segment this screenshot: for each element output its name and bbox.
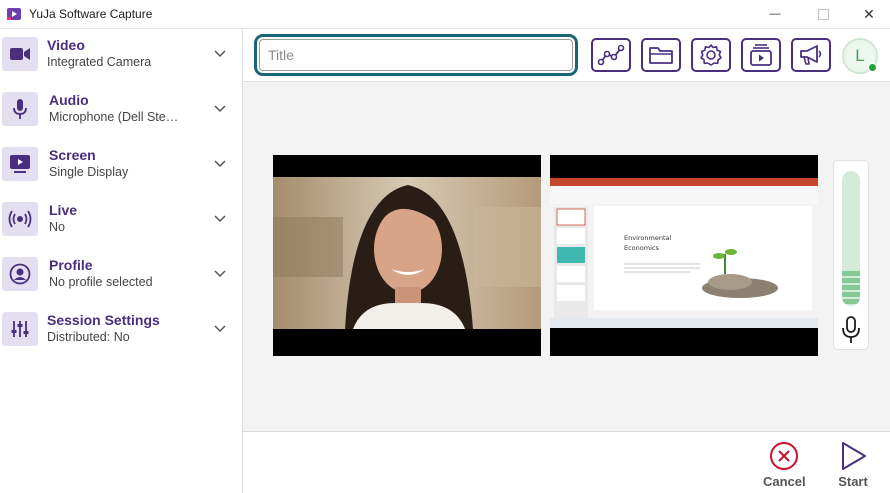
chevron-down-icon[interactable]	[212, 101, 228, 117]
settings-button[interactable]	[691, 38, 731, 72]
window-title: YuJa Software Capture	[29, 7, 153, 21]
microphone-icon	[842, 316, 860, 343]
screen-feed-image: Environmental Economics	[550, 178, 818, 328]
user-avatar[interactable]: L	[842, 38, 878, 74]
cancel-label: Cancel	[763, 474, 806, 489]
microphone-icon	[2, 91, 38, 126]
cancel-button[interactable]: Cancel	[763, 440, 806, 489]
audio-level-segment	[842, 285, 860, 290]
sidebar-item-value: No profile selected	[49, 275, 153, 289]
minimize-icon: —	[769, 8, 781, 20]
camera-feed-image	[273, 177, 541, 329]
svg-text:Environmental: Environmental	[624, 234, 671, 242]
maximize-icon	[817, 8, 829, 20]
sidebar-item-label: Audio	[49, 92, 89, 108]
announcement-icon	[800, 45, 822, 65]
play-icon	[842, 442, 866, 470]
audio-level-segment	[842, 278, 860, 283]
cancel-circle-x-icon	[770, 442, 799, 470]
close-window-button[interactable]: ✕	[846, 0, 890, 28]
minimize-button[interactable]: —	[752, 0, 798, 28]
close-icon: ✕	[863, 5, 875, 22]
sidebar-item-live[interactable]: Live No	[0, 191, 242, 246]
sidebar-item-text: Screen Single Display	[49, 147, 128, 180]
gear-icon	[700, 44, 722, 66]
broadcast-icon	[2, 201, 38, 236]
sidebar-item-value: Microphone (Dell Ste…	[49, 110, 179, 124]
sidebar-item-text: Live No	[49, 202, 77, 235]
folder-button[interactable]	[641, 38, 681, 72]
audio-level-segment	[842, 299, 860, 304]
start-button[interactable]: Start	[837, 440, 869, 489]
analytics-button[interactable]	[591, 38, 631, 72]
chevron-down-icon[interactable]	[212, 211, 228, 227]
sidebar-item-session-settings[interactable]: Session Settings Distributed: No	[0, 301, 242, 356]
online-status-dot	[868, 63, 877, 72]
avatar-letter: L	[855, 46, 865, 65]
chevron-down-icon[interactable]	[212, 321, 228, 337]
action-footer: Cancel Start	[243, 431, 890, 493]
folder-icon	[649, 47, 673, 64]
announcement-button[interactable]	[791, 38, 831, 72]
sidebar-item-label: Profile	[49, 257, 93, 273]
sidebar-item-screen[interactable]: Screen Single Display	[0, 136, 242, 191]
sidebar-item-value: Single Display	[49, 165, 129, 179]
sidebar-item-label: Screen	[49, 147, 96, 163]
top-toolbar: L	[243, 28, 890, 82]
preview-area: Environmental Economics	[243, 82, 890, 431]
media-library-button[interactable]	[741, 38, 781, 72]
title-bar: YuJa Software Capture — ✕	[0, 0, 890, 28]
video-camera-icon	[2, 36, 38, 71]
start-label: Start	[838, 474, 868, 489]
sidebar-item-value: No	[49, 220, 65, 234]
sidebar-item-audio[interactable]: Audio Microphone (Dell Ste…	[0, 81, 242, 136]
sidebar-item-profile[interactable]: Profile No profile selected	[0, 246, 242, 301]
camera-preview	[273, 155, 541, 356]
sidebar-item-value: Distributed: No	[47, 330, 130, 344]
sidebar-item-label: Live	[49, 202, 78, 218]
audio-level-meter	[842, 171, 860, 306]
svg-text:Economics: Economics	[624, 244, 659, 252]
sidebar-item-text: Session Settings Distributed: No	[47, 312, 160, 345]
sliders-icon	[2, 311, 38, 346]
title-input[interactable]	[259, 39, 573, 71]
yuja-app-icon	[7, 8, 21, 20]
settings-sidebar: Video Integrated Camera Audio Microphone…	[0, 28, 243, 493]
analytics-icon	[597, 44, 625, 66]
chevron-down-icon[interactable]	[212, 156, 228, 172]
sidebar-item-label: Video	[47, 37, 85, 53]
sidebar-item-video[interactable]: Video Integrated Camera	[0, 26, 242, 81]
audio-level-segment	[842, 271, 860, 276]
maximize-button[interactable]	[800, 0, 846, 28]
title-input-focus-ring	[254, 34, 578, 76]
profile-icon	[2, 256, 38, 291]
chevron-down-icon[interactable]	[212, 46, 228, 62]
screen-play-icon	[2, 146, 38, 181]
sidebar-item-label: Session Settings	[47, 312, 160, 328]
screen-preview: Environmental Economics	[550, 155, 818, 356]
media-library-icon	[750, 44, 772, 66]
chevron-down-icon[interactable]	[212, 266, 228, 282]
sidebar-item-text: Video Integrated Camera	[47, 37, 151, 70]
sidebar-item-value: Integrated Camera	[47, 55, 152, 69]
audio-level-panel	[833, 160, 869, 350]
sidebar-item-text: Audio Microphone (Dell Ste…	[49, 92, 178, 125]
sidebar-item-text: Profile No profile selected	[49, 257, 153, 290]
audio-level-segment	[842, 292, 860, 297]
